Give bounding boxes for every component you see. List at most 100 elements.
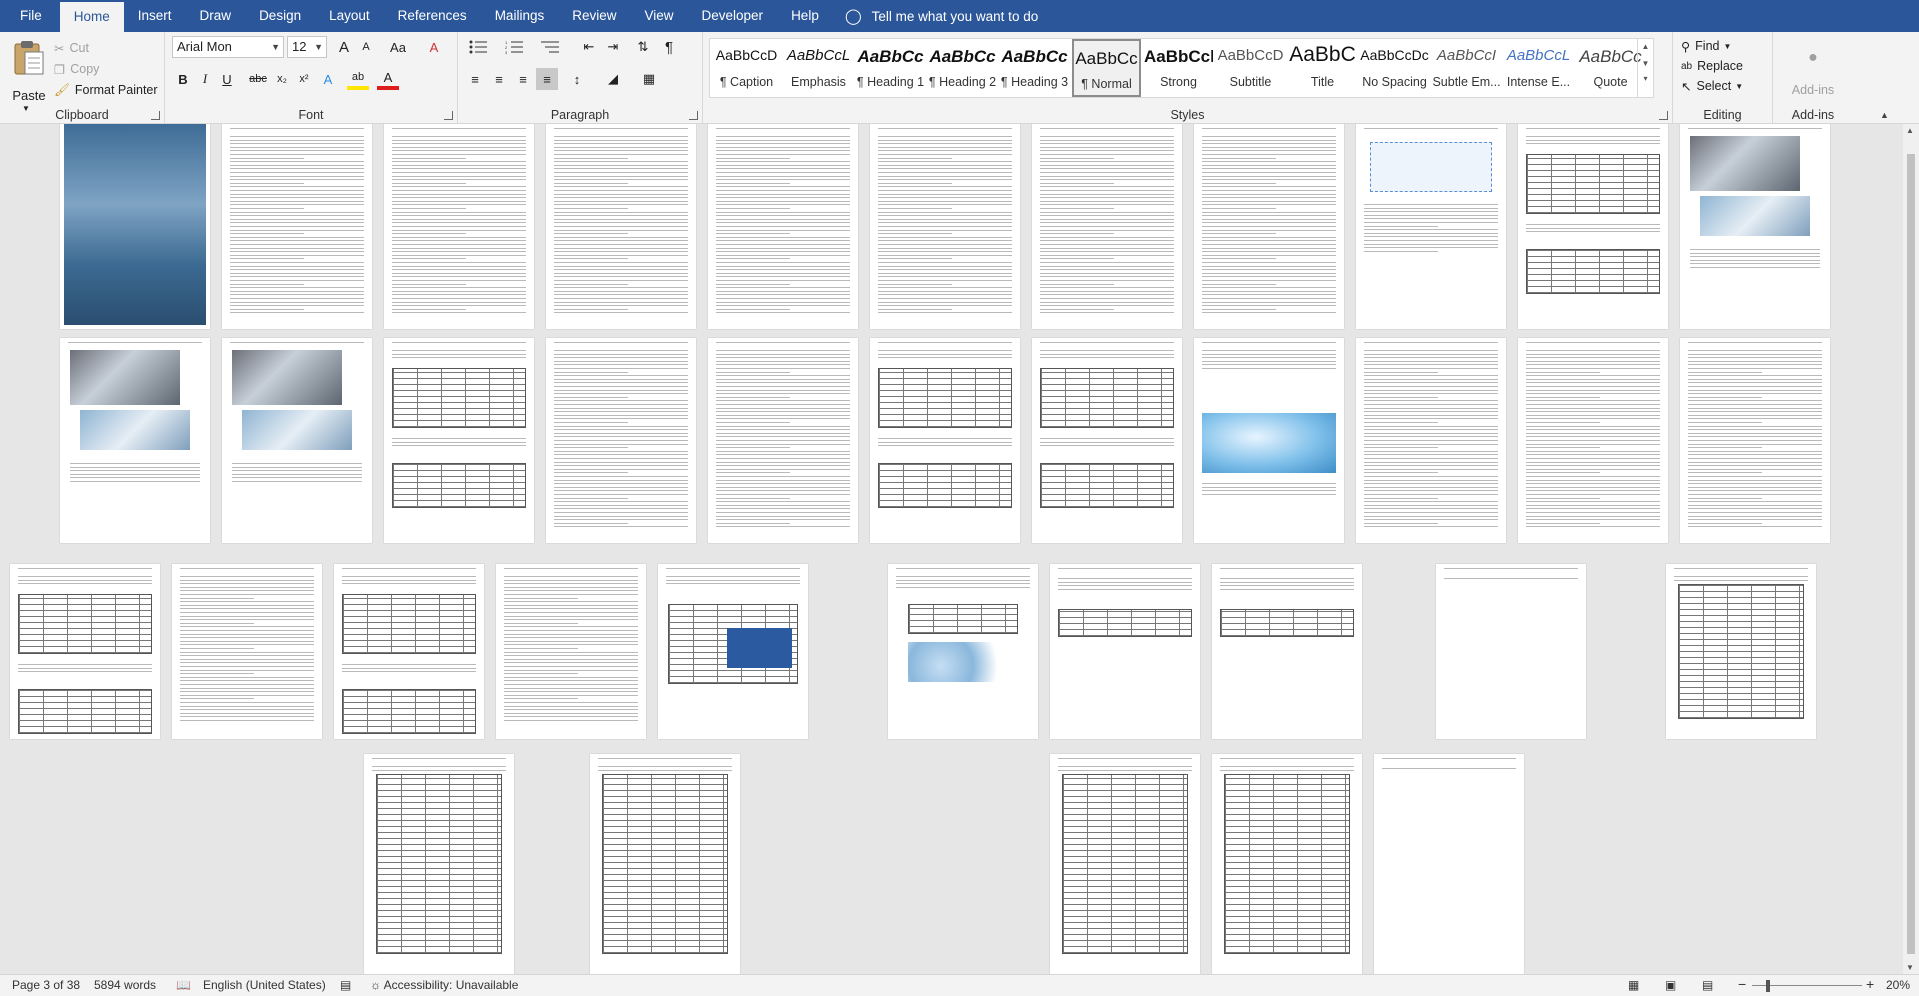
change-case-button[interactable]: Aa (383, 36, 413, 58)
zoom-level[interactable]: 20% (1886, 978, 1910, 992)
shading-button[interactable]: ◢ (602, 68, 624, 90)
multilevel-list-button[interactable] (536, 36, 564, 58)
decrease-indent-button[interactable]: ⇤ (578, 36, 600, 58)
bullets-button[interactable] (464, 36, 492, 58)
justify-button[interactable]: ≡ (536, 68, 558, 90)
clipboard-launcher-icon[interactable] (151, 111, 160, 120)
page-thumbnail[interactable] (870, 338, 1020, 543)
page-thumbnail[interactable] (334, 564, 484, 739)
page-thumbnail[interactable] (888, 564, 1038, 739)
font-launcher-icon[interactable] (444, 111, 453, 120)
page-thumbnail[interactable] (1194, 338, 1344, 543)
align-left-button[interactable]: ≡ (464, 68, 486, 90)
page-thumbnail[interactable] (1666, 564, 1816, 739)
style-caption[interactable]: AaBbCcD ¶ Caption (712, 39, 781, 97)
tab-file[interactable]: File (0, 0, 60, 32)
page-thumbnail[interactable] (222, 338, 372, 543)
page-thumbnail[interactable] (364, 754, 514, 974)
page-thumbnail[interactable] (1032, 338, 1182, 543)
page-thumbnail[interactable] (1436, 564, 1586, 739)
track-changes-icon[interactable]: ▤ (340, 978, 351, 992)
zoom-slider-thumb[interactable] (1766, 980, 1770, 992)
zoom-out-icon[interactable]: − (1738, 976, 1746, 992)
page-thumbnail[interactable] (546, 338, 696, 543)
underline-button[interactable]: U (216, 68, 238, 90)
page-thumbnail[interactable] (384, 124, 534, 329)
page-thumbnail[interactable] (1374, 754, 1524, 974)
tab-layout[interactable]: Layout (315, 0, 384, 32)
page-thumbnail[interactable] (222, 124, 372, 329)
styles-scroll[interactable]: ▲ ▼ ▾ (1637, 39, 1653, 97)
page-thumbnail[interactable] (60, 338, 210, 543)
language[interactable]: English (United States) (203, 978, 326, 992)
tab-view[interactable]: View (630, 0, 687, 32)
print-layout-icon[interactable]: ▣ (1665, 978, 1676, 992)
font-size-combo[interactable]: 12 ▼ (287, 36, 327, 58)
replace-button[interactable]: ab Replace (1681, 56, 1743, 76)
page-thumbnail[interactable] (1356, 338, 1506, 543)
find-button[interactable]: ⚲ Find ▼ (1681, 36, 1731, 56)
page-thumbnail[interactable] (1518, 338, 1668, 543)
chevron-down-icon[interactable]: ▼ (1638, 59, 1653, 68)
styles-launcher-icon[interactable] (1659, 111, 1668, 120)
accessibility-status[interactable]: ☼ Accessibility: Unavailable (370, 978, 518, 992)
page-thumbnail[interactable] (708, 338, 858, 543)
tell-me-search[interactable]: ◯ Tell me what you want to do (845, 0, 1038, 32)
page-thumbnail[interactable] (1356, 124, 1506, 329)
borders-button[interactable]: ▦ (638, 68, 660, 90)
style-normal[interactable]: AaBbCc ¶ Normal (1072, 39, 1141, 97)
page-thumbnail[interactable] (10, 564, 160, 739)
grow-font-button[interactable]: A (333, 36, 355, 58)
scroll-down-icon[interactable]: ▼ (1906, 963, 1914, 972)
page-thumbnail[interactable] (658, 564, 808, 739)
page-thumbnail[interactable] (384, 338, 534, 543)
clear-formatting-button[interactable]: A (423, 36, 445, 58)
shrink-font-button[interactable]: A (355, 36, 377, 58)
page-thumbnail[interactable] (1680, 124, 1830, 329)
tab-developer[interactable]: Developer (688, 0, 778, 32)
vertical-scrollbar[interactable]: ▲ ▼ (1903, 124, 1919, 974)
paste-button[interactable]: Paste (8, 88, 50, 103)
page-thumbnail[interactable] (1518, 124, 1668, 329)
superscript-button[interactable]: x² (293, 68, 315, 90)
copy-button[interactable]: ❐ Copy (54, 59, 99, 79)
style-subtitle[interactable]: AaBbCcD Subtitle (1216, 39, 1285, 97)
tab-home[interactable]: Home (59, 2, 124, 32)
line-spacing-button[interactable]: ↕ (566, 68, 588, 90)
strikethrough-button[interactable]: abc (247, 68, 269, 90)
style-strong[interactable]: AaBbCcl Strong (1144, 39, 1213, 97)
read-mode-icon[interactable]: ▦ (1628, 978, 1639, 992)
document-multipage-view[interactable] (0, 124, 1903, 974)
collapse-ribbon-icon[interactable]: ▲ (1880, 110, 1889, 120)
page-thumbnail[interactable] (1212, 564, 1362, 739)
show-marks-button[interactable]: ¶ (658, 36, 680, 58)
page-thumbnail[interactable] (870, 124, 1020, 329)
addins-button[interactable]: ● (1783, 36, 1843, 80)
page-thumbnail[interactable] (60, 124, 210, 329)
page-thumbnail[interactable] (590, 754, 740, 974)
bold-button[interactable]: B (172, 68, 194, 90)
page-thumbnail[interactable] (1680, 338, 1830, 543)
increase-indent-button[interactable]: ⇥ (602, 36, 624, 58)
scroll-up-icon[interactable]: ▲ (1906, 126, 1914, 135)
style-quote[interactable]: AaBbCc Quote (1576, 39, 1645, 97)
word-count[interactable]: 5894 words (94, 978, 156, 992)
cut-button[interactable]: ✂ Cut (54, 38, 89, 58)
format-painter-button[interactable]: 🖌 Format Painter (54, 80, 158, 100)
page-thumbnail[interactable] (1194, 124, 1344, 329)
italic-button[interactable]: I (194, 68, 216, 90)
scroll-thumb[interactable] (1907, 154, 1915, 954)
web-layout-icon[interactable]: ▤ (1702, 978, 1713, 992)
more-styles-icon[interactable]: ▾ (1638, 74, 1653, 83)
page-thumbnail[interactable] (1032, 124, 1182, 329)
align-center-button[interactable]: ≡ (488, 68, 510, 90)
tab-design[interactable]: Design (245, 0, 315, 32)
paragraph-launcher-icon[interactable] (689, 111, 698, 120)
font-name-combo[interactable]: Arial Mon ▼ (172, 36, 284, 58)
style-heading-2[interactable]: AaBbCc ¶ Heading 2 (928, 39, 997, 97)
zoom-in-icon[interactable]: + (1866, 976, 1874, 992)
tab-draw[interactable]: Draw (186, 0, 246, 32)
font-color-button[interactable]: A (377, 68, 399, 90)
page-thumbnail[interactable] (1050, 564, 1200, 739)
align-right-button[interactable]: ≡ (512, 68, 534, 90)
